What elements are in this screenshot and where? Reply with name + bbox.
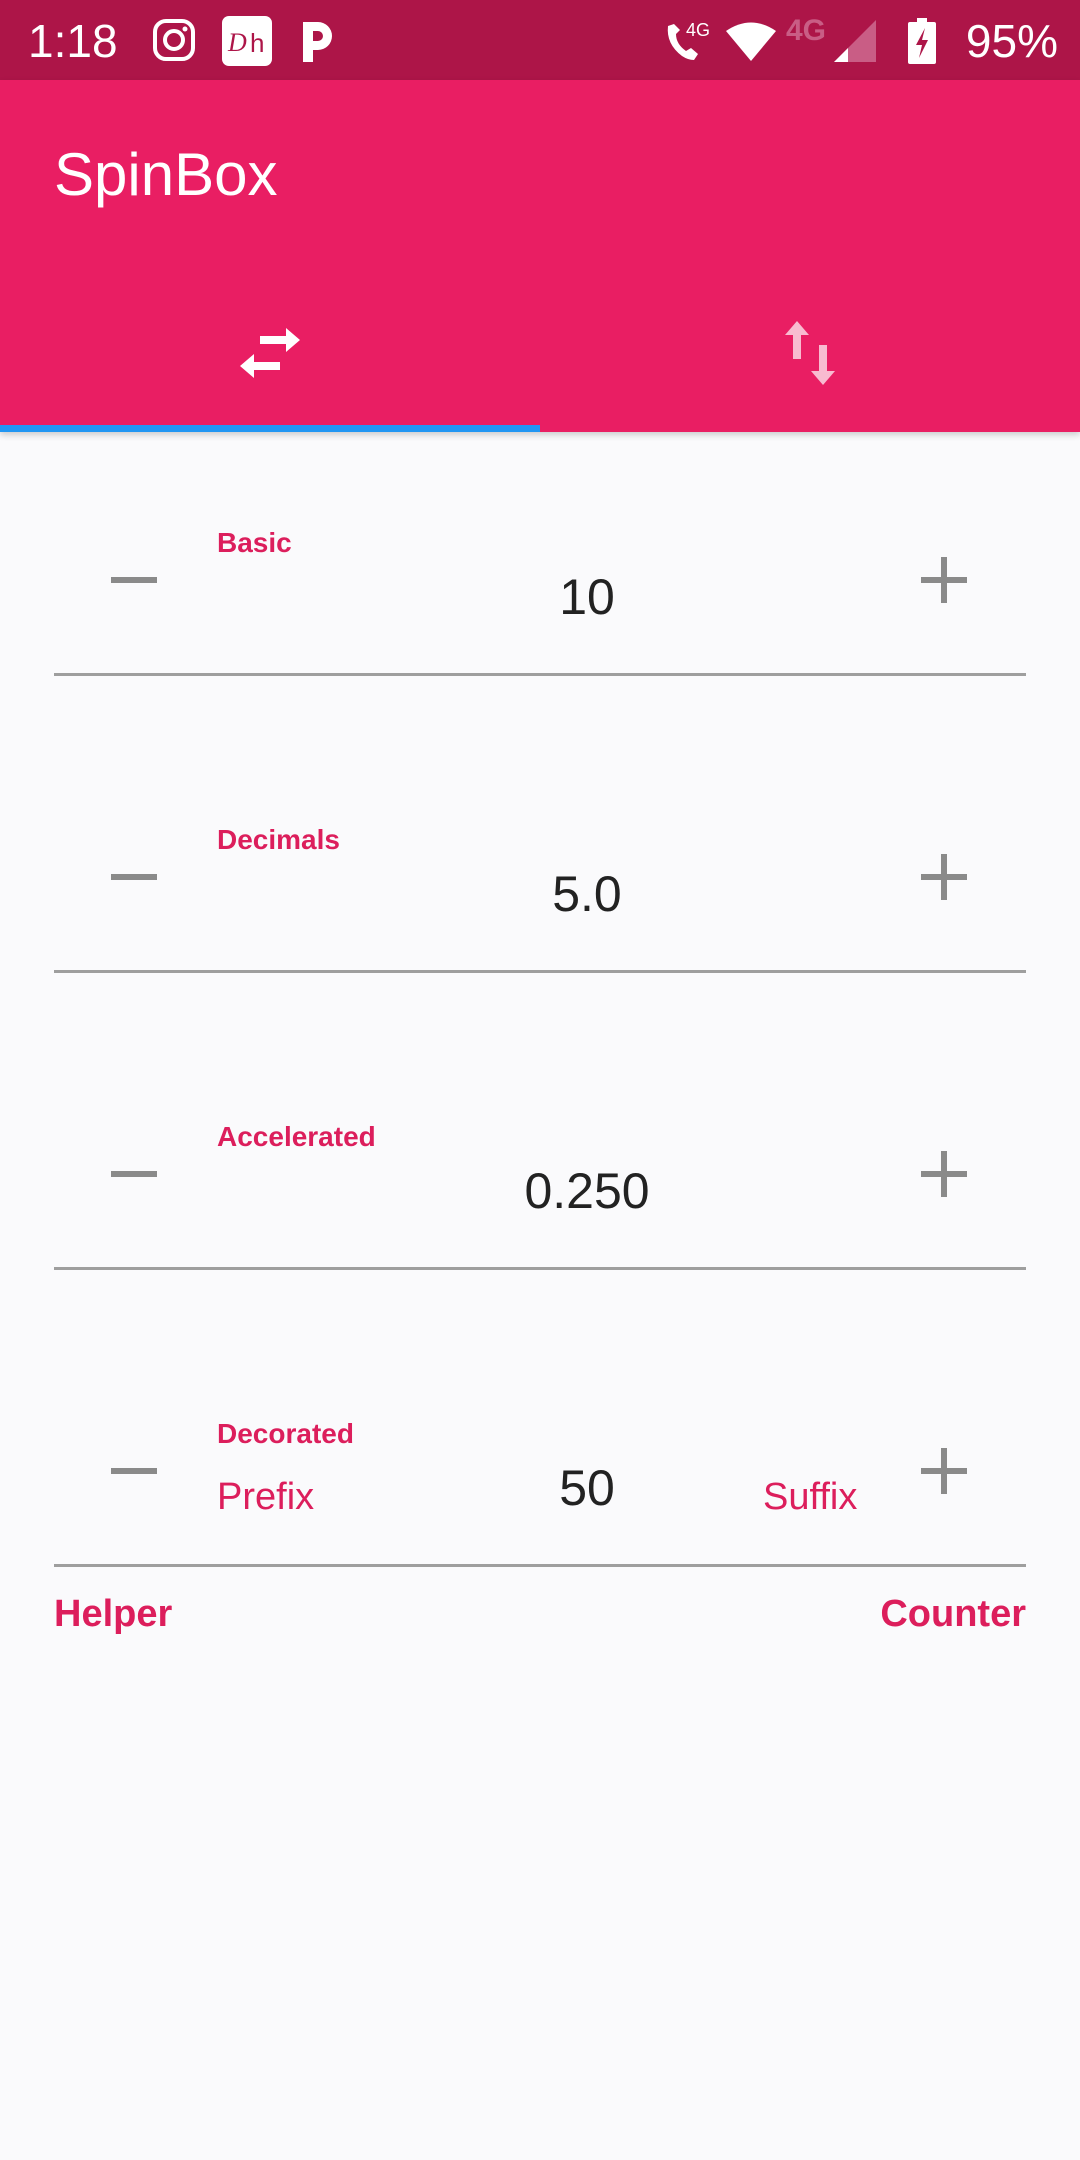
status-bar: 1:18 Dh 4G 4G 95% [0, 0, 1080, 80]
pandora-icon [300, 18, 336, 69]
tab-indicator [0, 425, 540, 432]
tab-vertical[interactable] [540, 278, 1080, 432]
minus-icon [111, 577, 157, 583]
spinbox-underline [54, 970, 1026, 973]
svg-text:D: D [227, 28, 247, 57]
plus-icon [921, 1448, 967, 1494]
spinbox-label: Decimals [217, 824, 340, 855]
signal-icon [834, 20, 876, 67]
spinbox-decimals: Decimals [54, 797, 1026, 1057]
disney-hotstar-icon: Dh [222, 16, 272, 71]
volte-call-icon: 4G [664, 18, 714, 69]
increment-button[interactable] [894, 827, 994, 927]
spinbox-basic: Basic [54, 500, 1026, 760]
spinbox-value-input[interactable] [217, 865, 957, 923]
spinbox-label: Basic [217, 527, 292, 558]
increment-button[interactable] [894, 1421, 994, 1521]
decrement-button[interactable] [84, 1124, 184, 1224]
decrement-button[interactable] [84, 530, 184, 630]
battery-percentage: 95% [965, 15, 1058, 67]
spinbox-underline [54, 1564, 1026, 1567]
status-time: 1:18 [28, 15, 118, 67]
instagram-icon [152, 18, 196, 67]
swap-horizontal-icon [238, 327, 302, 383]
battery-charging-icon [908, 18, 936, 69]
mobile-data-4g-icon: 4G [786, 14, 827, 47]
spinbox-label: Decorated [217, 1418, 354, 1449]
spinbox-underline [54, 673, 1026, 676]
spinbox-accelerated: Accelerated [54, 1094, 1026, 1354]
decrement-button[interactable] [84, 1421, 184, 1521]
app-bar: SpinBox [0, 80, 1080, 432]
svg-text:4G: 4G [686, 20, 710, 40]
plus-icon [921, 854, 967, 900]
increment-button[interactable] [894, 1124, 994, 1224]
counter-text: Counter [880, 1593, 1026, 1635]
spinbox-underline [54, 1267, 1026, 1270]
minus-icon [111, 874, 157, 880]
wifi-icon [724, 22, 778, 67]
plus-icon [921, 1151, 967, 1197]
spinbox-label: Accelerated [217, 1121, 376, 1152]
decrement-button[interactable] [84, 827, 184, 927]
increment-button[interactable] [894, 530, 994, 630]
spinbox-value-input[interactable] [217, 1162, 957, 1220]
spinbox-suffix: Suffix [763, 1476, 858, 1518]
minus-icon [111, 1171, 157, 1177]
swap-vertical-icon [785, 320, 835, 390]
app-title: SpinBox [54, 141, 278, 208]
spinbox-value-input[interactable] [217, 568, 957, 626]
minus-icon [111, 1468, 157, 1474]
svg-text:h: h [250, 28, 264, 58]
helper-text: Helper [54, 1593, 173, 1635]
plus-icon [921, 557, 967, 603]
tab-horizontal[interactable] [0, 278, 540, 432]
spinbox-decorated: Decorated Prefix Suffix Helper Counter [54, 1391, 1026, 1651]
